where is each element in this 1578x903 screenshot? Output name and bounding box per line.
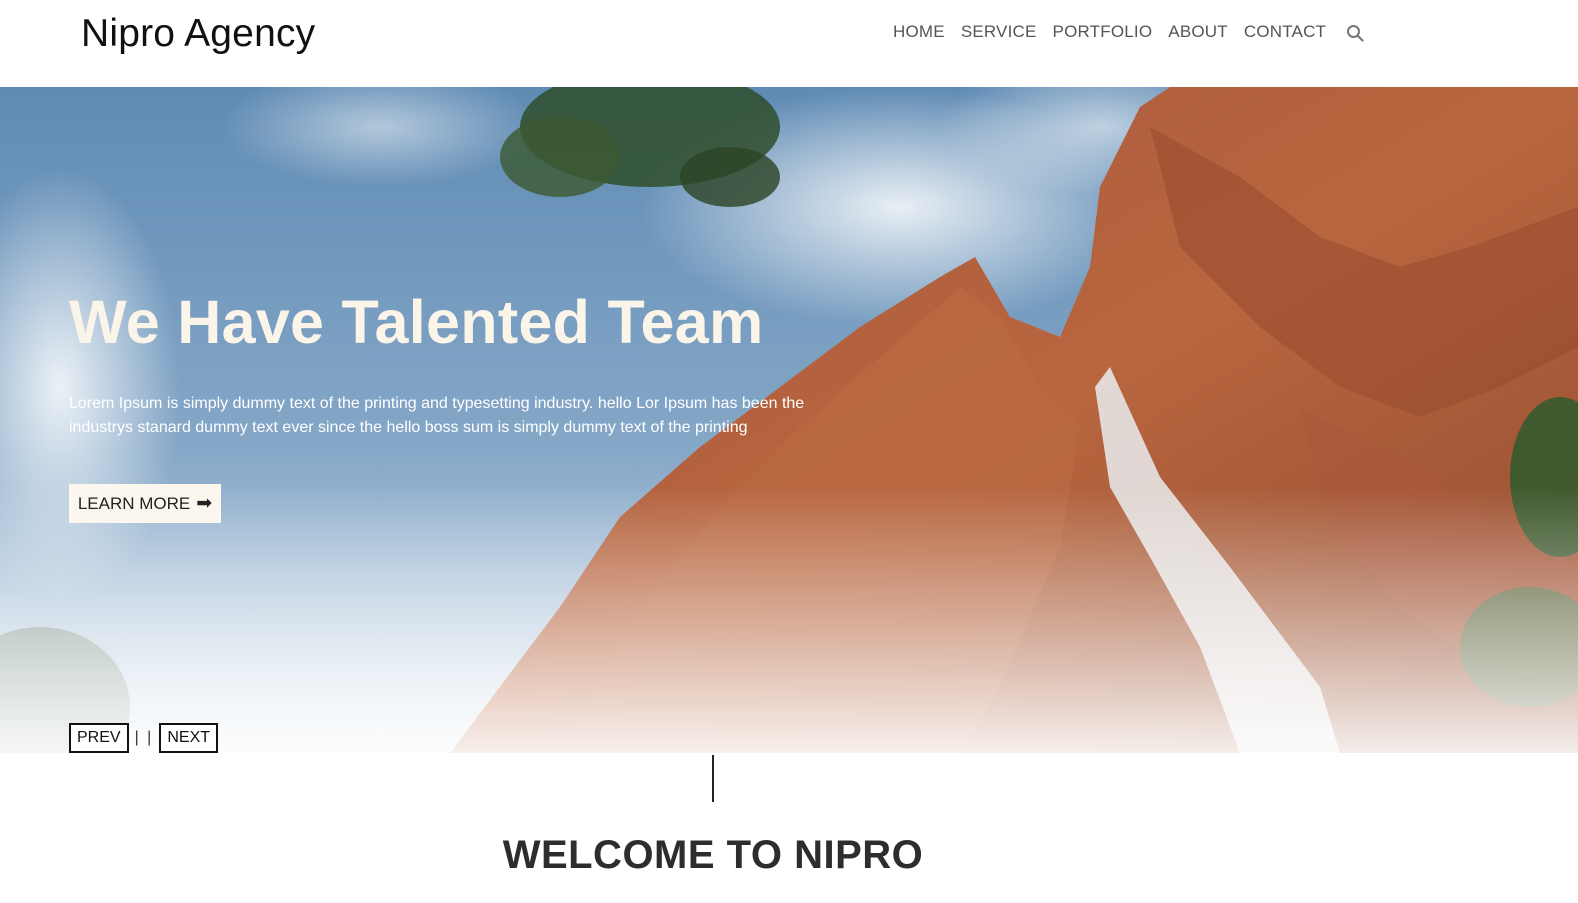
section-divider-line [712, 755, 714, 802]
hero-description: Lorem Ipsum is simply dummy text of the … [69, 395, 805, 436]
nav-about[interactable]: ABOUT [1168, 22, 1228, 42]
learn-more-button[interactable]: LEARN MORE ➡ [69, 484, 221, 523]
site-header: Nipro Agency HOME SERVICE PORTFOLIO ABOU… [0, 0, 1578, 87]
slider-separator: | | [134, 729, 154, 746]
welcome-heading: WELCOME TO NIPRO [502, 833, 924, 877]
arrow-right-icon: ➡ [196, 493, 213, 514]
search-icon[interactable] [1346, 24, 1364, 42]
nav-portfolio[interactable]: PORTFOLIO [1053, 22, 1153, 42]
nav-home[interactable]: HOME [893, 22, 945, 42]
site-logo[interactable]: Nipro Agency [81, 12, 315, 56]
prev-button[interactable]: PREV [69, 723, 129, 753]
nav-service[interactable]: SERVICE [961, 22, 1037, 42]
next-button[interactable]: NEXT [159, 723, 219, 753]
hero-slider: We Have Talented Team Lorem Ipsum is sim… [0, 87, 1578, 753]
slider-controls: PREV | | NEXT [69, 723, 219, 753]
hero-title: We Have Talented Team [69, 288, 764, 356]
main-nav: HOME SERVICE PORTFOLIO ABOUT CONTACT [893, 22, 1364, 42]
nav-contact[interactable]: CONTACT [1244, 22, 1326, 42]
learn-more-label: LEARN MORE [77, 493, 191, 513]
